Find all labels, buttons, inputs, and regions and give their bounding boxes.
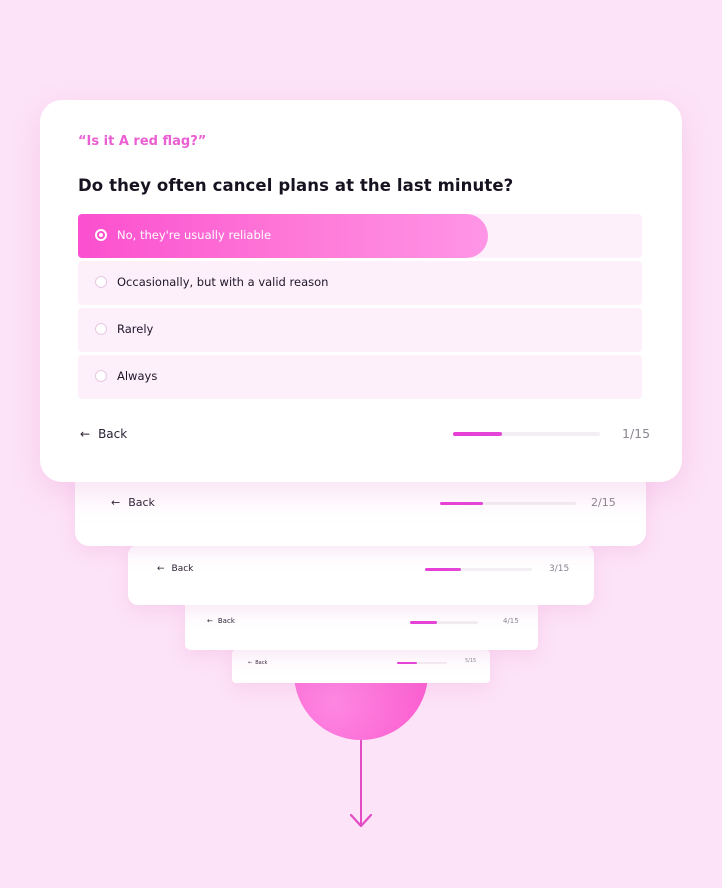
arrow-left-icon: ←	[80, 427, 91, 441]
progress-track	[397, 662, 447, 664]
question-title: Do they often cancel plans at the last m…	[78, 176, 514, 195]
stacked-card-5: ← Back 5/15	[232, 650, 490, 683]
answer-option-3[interactable]: Rarely	[78, 308, 642, 352]
progress-count: 5/15	[465, 658, 477, 664]
answer-option-label: Occasionally, but with a valid reason	[117, 275, 329, 289]
progress-count: 3/15	[549, 564, 570, 574]
progress-track	[425, 568, 532, 571]
quiz-eyebrow: “Is it A red flag?”	[78, 134, 207, 149]
progress-fill	[410, 621, 437, 624]
back-label: Back	[255, 660, 268, 666]
radio-icon[interactable]	[95, 370, 107, 382]
answer-option-2[interactable]: Occasionally, but with a valid reason	[78, 261, 642, 305]
arrow-left-icon: ←	[207, 617, 213, 625]
progress-track	[440, 502, 576, 505]
answer-option-4[interactable]: Always	[78, 355, 642, 399]
arrow-left-icon: ←	[111, 496, 121, 509]
quiz-card: “Is it A red flag?” Do they often cancel…	[40, 100, 682, 482]
progress-count: 2/15	[591, 496, 616, 509]
back-button[interactable]: ← Back	[157, 564, 193, 574]
back-button[interactable]: ← Back	[80, 427, 127, 441]
progress-track	[410, 621, 478, 624]
answer-option-label: Always	[117, 369, 158, 383]
radio-icon[interactable]	[95, 276, 107, 288]
back-label: Back	[217, 617, 235, 625]
answer-option-1[interactable]: No, they're usually reliable	[78, 214, 642, 258]
progress-count: 1/15	[622, 426, 651, 441]
back-button[interactable]: ← Back	[207, 617, 235, 625]
answer-option-label: Rarely	[117, 322, 154, 336]
progress-track	[453, 432, 600, 436]
back-label: Back	[98, 427, 128, 441]
back-button[interactable]: ← Back	[111, 496, 155, 509]
progress-fill	[453, 432, 502, 436]
stacked-card-3: ← Back 3/15	[128, 545, 594, 605]
stacked-card-4: ← Back 4/15	[185, 600, 538, 650]
back-label: Back	[128, 496, 155, 509]
answer-option-label: No, they're usually reliable	[117, 228, 272, 242]
progress-fill	[440, 502, 483, 505]
arrow-down-icon	[350, 814, 372, 828]
arrow-left-icon: ←	[248, 660, 253, 666]
radio-icon[interactable]	[95, 323, 107, 335]
progress-count: 4/15	[503, 617, 519, 625]
back-label: Back	[171, 564, 194, 574]
radio-selected-icon[interactable]	[95, 229, 107, 241]
progress-fill	[397, 662, 417, 664]
back-button[interactable]: ← Back	[248, 660, 267, 666]
arrow-left-icon: ←	[157, 564, 165, 574]
progress-fill	[425, 568, 461, 571]
